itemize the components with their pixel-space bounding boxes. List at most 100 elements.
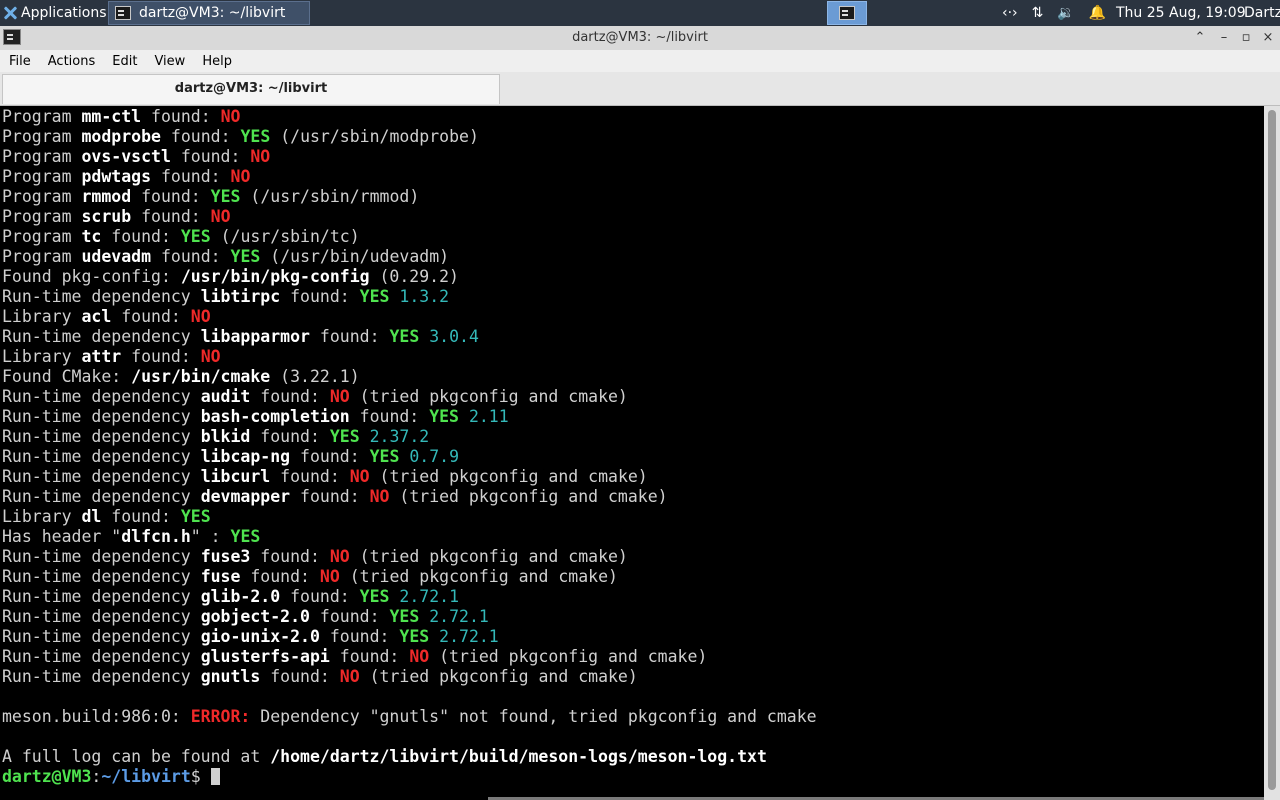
- terminal-text: 3.0.4: [429, 327, 479, 346]
- terminal-text: YES: [180, 507, 211, 526]
- terminal-text: Program: [2, 187, 82, 206]
- terminal-text: Program: [2, 167, 82, 186]
- terminal-line: Library acl found: NO: [2, 307, 817, 327]
- terminal-text: glusterfs-api: [200, 647, 330, 666]
- taskbar-window-title: dartz@VM3: ~/libvirt: [139, 5, 286, 21]
- window-titlebar[interactable]: dartz@VM3: ~/libvirt ⌃ – ▫ ×: [0, 26, 1280, 50]
- terminal-text: (/usr/sbin/modprobe): [270, 127, 479, 146]
- terminal-text: found:: [280, 287, 360, 306]
- volume-icon[interactable]: 🔉: [1057, 5, 1074, 21]
- menu-help[interactable]: Help: [193, 54, 240, 69]
- terminal-output[interactable]: Program mm-ctl found: NO Program modprobe…: [0, 106, 1264, 800]
- terminal-text: YES: [399, 627, 430, 646]
- terminal-line: Program pdwtags found: NO: [2, 167, 817, 187]
- terminal-text: Run-time dependency: [2, 627, 201, 646]
- terminal-text: YES: [230, 527, 261, 546]
- terminal-text: NO: [369, 487, 390, 506]
- tab-terminal[interactable]: dartz@VM3: ~/libvirt: [2, 74, 500, 104]
- terminal-text: libcurl: [200, 467, 271, 486]
- terminal-text: NO: [329, 547, 350, 566]
- terminal-text: YES: [429, 407, 459, 426]
- terminal-text: scrub: [81, 207, 132, 226]
- network-transfer-icon[interactable]: ⇅: [1032, 5, 1044, 21]
- terminal-text: YES: [230, 247, 261, 266]
- terminal-text: NO: [230, 167, 251, 186]
- terminal-text: Program: [2, 127, 82, 146]
- terminal-line: Library attr found: NO: [2, 347, 817, 367]
- terminal-text: found:: [101, 227, 181, 246]
- terminal-text: modprobe: [81, 127, 161, 146]
- terminal-text: found:: [131, 207, 211, 226]
- close-button[interactable]: ×: [1257, 26, 1279, 50]
- terminal-text: (/usr/sbin/tc): [210, 227, 360, 246]
- terminal-text: udevadm: [81, 247, 152, 266]
- text-cursor: [210, 768, 220, 785]
- terminal-text: (0.29.2): [369, 267, 459, 286]
- terminal-text: Library: [2, 507, 82, 526]
- minimize-button[interactable]: –: [1213, 26, 1235, 50]
- terminal-line: Run-time dependency blkid found: YES 2.3…: [2, 427, 817, 447]
- menu-edit[interactable]: Edit: [103, 54, 145, 69]
- scrollbar-thumb[interactable]: [1268, 110, 1276, 790]
- terminal-text: YES: [389, 327, 420, 346]
- terminal-text: (3.22.1): [270, 367, 360, 386]
- applications-label: Applications: [21, 5, 107, 21]
- terminal-text: Program: [2, 107, 82, 126]
- terminal-text: tc: [81, 227, 102, 246]
- menu-file[interactable]: File: [0, 54, 39, 69]
- terminal-text: Run-time dependency: [2, 487, 201, 506]
- terminal-text: YES: [180, 227, 211, 246]
- terminal-line: A full log can be found at /home/dartz/l…: [2, 747, 817, 767]
- terminal-text: NO: [200, 347, 221, 366]
- user-menu[interactable]: Dartz: [1244, 0, 1280, 26]
- menu-actions[interactable]: Actions: [39, 54, 104, 69]
- terminal-text: meson.build:986:0:: [2, 707, 191, 726]
- terminal-icon: [115, 6, 131, 20]
- terminal-text: found:: [319, 627, 400, 646]
- applications-menu-button[interactable]: Applications: [0, 0, 107, 26]
- terminal-text: found:: [250, 547, 330, 566]
- terminal-line: Run-time dependency devmapper found: NO …: [2, 487, 817, 507]
- terminal-text: YES: [359, 587, 390, 606]
- prompt-user-host: dartz@VM3: [2, 767, 92, 786]
- terminal-text: Has header ": [2, 527, 122, 546]
- xfce-logo-icon: [3, 6, 17, 20]
- network-icon[interactable]: ‹·›: [1002, 5, 1018, 21]
- shade-button[interactable]: ⌃: [1189, 26, 1211, 50]
- terminal-line: Program tc found: YES (/usr/sbin/tc): [2, 227, 817, 247]
- terminal-text: Run-time dependency: [2, 607, 201, 626]
- terminal-text: NO: [190, 307, 211, 326]
- terminal-text: 1.3.2: [399, 287, 450, 306]
- clock[interactable]: Thu 25 Aug, 19:09: [1116, 0, 1246, 26]
- terminal-text: bash-completion: [200, 407, 350, 426]
- terminal-text: (tried pkgconfig and cmake): [359, 667, 638, 686]
- terminal-text: libcap-ng: [200, 447, 291, 466]
- terminal-text: YES: [240, 127, 271, 146]
- terminal-line: Program scrub found: NO: [2, 207, 817, 227]
- terminal-line: Run-time dependency glib-2.0 found: YES …: [2, 587, 817, 607]
- terminal-text: pdwtags: [81, 167, 152, 186]
- prompt-symbol: $: [190, 767, 211, 786]
- maximize-button[interactable]: ▫: [1235, 26, 1257, 50]
- terminal-line: Run-time dependency libapparmor found: Y…: [2, 327, 817, 347]
- terminal-text: found:: [280, 587, 360, 606]
- taskbar-window-button[interactable]: dartz@VM3: ~/libvirt: [108, 1, 310, 25]
- terminal-text: NO: [349, 467, 370, 486]
- menu-view[interactable]: View: [145, 54, 193, 69]
- terminal-text: NO: [339, 667, 360, 686]
- terminal-text: Run-time dependency: [2, 447, 201, 466]
- terminal-text: YES: [210, 187, 241, 206]
- terminal-line: Run-time dependency gio-unix-2.0 found: …: [2, 627, 817, 647]
- menu-bar: File Actions Edit View Help: [0, 50, 1280, 72]
- workspace-button[interactable]: [827, 1, 867, 25]
- window-title: dartz@VM3: ~/libvirt: [572, 30, 708, 45]
- terminal-text: A full log can be found at: [2, 747, 271, 766]
- terminal-text: (tried pkgconfig and cmake): [389, 487, 668, 506]
- vertical-scrollbar[interactable]: [1264, 106, 1280, 800]
- terminal-text: glib-2.0: [200, 587, 281, 606]
- notification-bell-icon[interactable]: 🔔: [1089, 5, 1106, 21]
- terminal-text: Run-time dependency: [2, 387, 201, 406]
